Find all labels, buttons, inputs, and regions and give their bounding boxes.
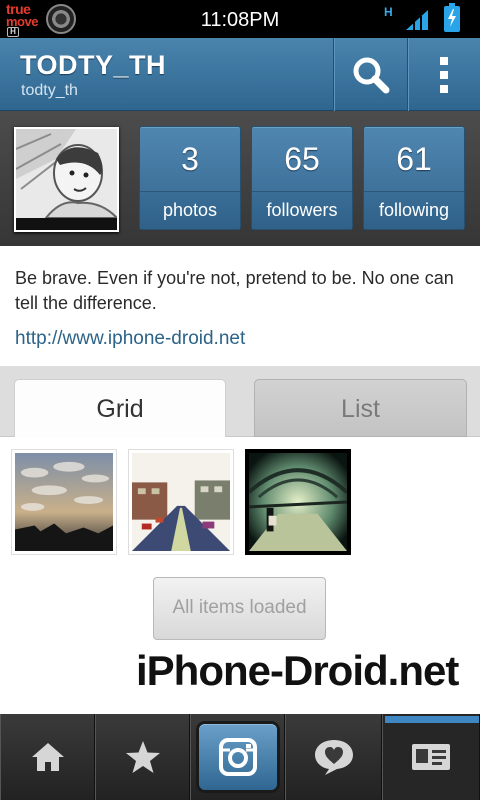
search-button[interactable] — [333, 38, 407, 111]
profile-bio: Be brave. Even if you're not, pretend to… — [0, 246, 480, 366]
all-items-loaded-button[interactable]: All items loaded — [153, 577, 326, 640]
watermark-text: iPhone-Droid.net — [136, 647, 459, 694]
profile-stats-panel: 3 photos 65 followers 61 following — [0, 111, 480, 246]
stat-following-count: 61 — [396, 141, 432, 177]
signal-icon — [406, 10, 428, 30]
bio-website-link[interactable]: http://www.iphone-droid.net — [15, 327, 245, 351]
nav-home-button[interactable] — [0, 714, 95, 800]
bottom-nav — [0, 714, 480, 800]
overflow-menu-icon — [440, 56, 448, 93]
network-type: H — [384, 5, 393, 19]
profile-card-icon — [412, 744, 450, 770]
profile-header: TODTY_TH todty_th — [0, 38, 480, 111]
nav-news-button[interactable] — [285, 714, 382, 800]
avatar-strip — [16, 218, 117, 230]
stat-followers-count: 65 — [284, 141, 320, 177]
tab-grid[interactable]: Grid — [14, 379, 226, 437]
overflow-menu-button[interactable] — [407, 38, 480, 111]
status-bar: true move H 11:08PM H — [0, 0, 480, 38]
nav-profile-button[interactable] — [382, 714, 480, 800]
nav-popular-button[interactable] — [95, 714, 190, 800]
camera-button-background — [199, 724, 277, 790]
avatar-photo — [16, 129, 117, 219]
stat-followers-label: followers — [252, 191, 352, 229]
battery-icon — [444, 3, 460, 32]
search-icon — [353, 57, 389, 93]
view-tabs: Grid List — [0, 366, 480, 437]
stat-following[interactable]: 61 following — [363, 126, 465, 230]
profile-username: todty_th — [21, 82, 78, 99]
grid-photo[interactable] — [11, 449, 117, 555]
stat-following-label: following — [364, 191, 464, 229]
grid-photo[interactable] — [128, 449, 234, 555]
photo-station — [247, 453, 349, 551]
stat-photos-label: photos — [140, 191, 240, 229]
star-icon — [125, 741, 160, 773]
photo-grid: All items loaded iPhone-Droid.net — [0, 437, 480, 714]
nav-camera-button[interactable] — [190, 714, 285, 800]
grid-photo[interactable] — [245, 449, 351, 555]
bio-text: Be brave. Even if you're not, pretend to… — [15, 268, 454, 313]
camera-icon — [219, 738, 257, 776]
stat-photos-count: 3 — [181, 141, 199, 177]
photo-street — [132, 453, 230, 551]
home-icon — [31, 743, 64, 771]
stat-photos[interactable]: 3 photos — [139, 126, 241, 230]
heart-speech-icon — [314, 740, 353, 775]
profile-title: TODTY_TH — [20, 50, 167, 80]
tab-list[interactable]: List — [254, 379, 467, 437]
avatar[interactable] — [14, 127, 119, 232]
stat-followers[interactable]: 65 followers — [251, 126, 353, 230]
photo-sky — [15, 453, 113, 551]
